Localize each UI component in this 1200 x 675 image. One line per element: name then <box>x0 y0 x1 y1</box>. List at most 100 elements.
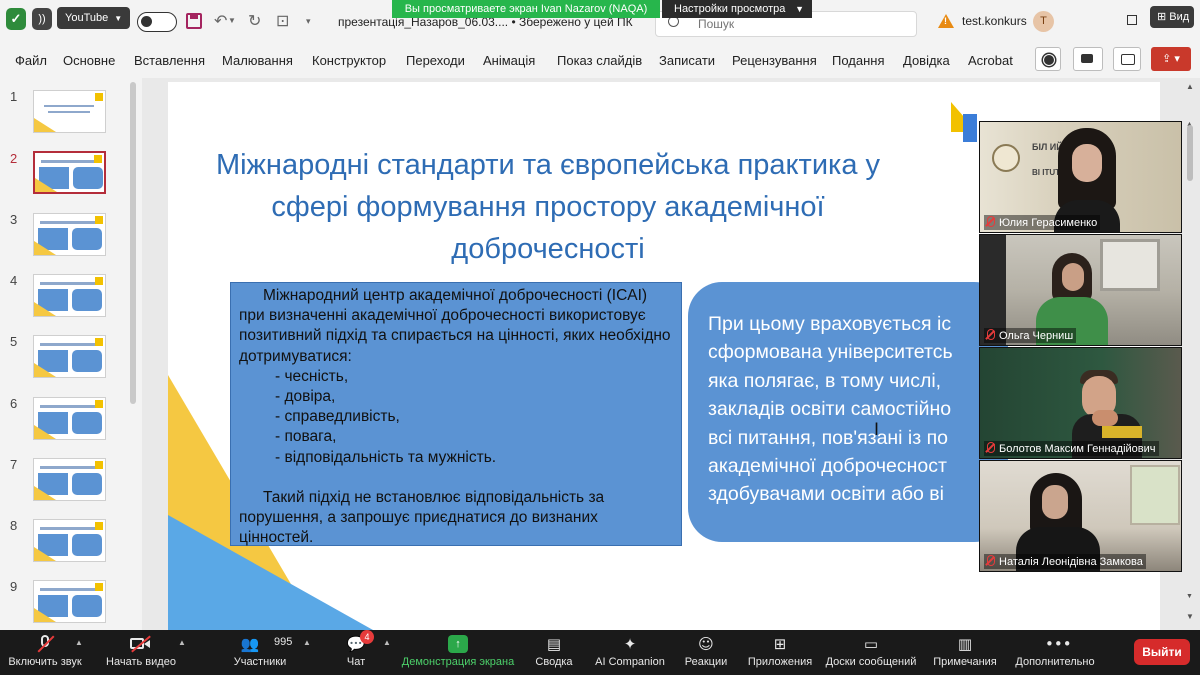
participants-scrollbar[interactable]: ▲ ▼ <box>1186 121 1194 601</box>
tab-record[interactable]: Записати <box>659 53 715 68</box>
undo-icon[interactable]: ↶ <box>214 11 227 31</box>
start-video-button[interactable]: Начать видео <box>98 630 184 675</box>
participant-tile[interactable]: Болотов Максим Геннадійович <box>979 347 1182 459</box>
apps-icon: ⊞ <box>773 635 787 653</box>
icai-text-box[interactable]: Міжнародний центр академічної доброчесно… <box>230 282 682 546</box>
comments-button[interactable] <box>1113 47 1141 71</box>
thumbnail-number: 6 <box>10 396 18 411</box>
video-figure <box>1102 426 1142 438</box>
slide-thumbnail-4[interactable] <box>33 274 106 317</box>
participant-tile[interactable]: Ольга Черниш <box>979 234 1182 346</box>
slide-thumbnail-8[interactable] <box>33 519 106 562</box>
thumb-block <box>73 167 103 189</box>
university-text-box[interactable]: При цьому враховується іс сформована уні… <box>688 282 1008 542</box>
slide-thumbnail-7[interactable] <box>33 458 106 501</box>
tab-animations[interactable]: Анімація <box>483 53 535 68</box>
tab-acrobat[interactable]: Acrobat <box>968 53 1013 68</box>
summary-button[interactable]: ▤ Сводка <box>526 630 582 675</box>
tab-transitions[interactable]: Переходи <box>406 53 465 68</box>
apps-button[interactable]: ⊞ Приложения <box>742 630 818 675</box>
participant-tile[interactable]: БІЛ ИЙ ІНСТИТУТ BI ITUTE Юлия Герасименк… <box>979 121 1182 233</box>
slide-title[interactable]: Міжнародні стандарти та європейська прак… <box>168 144 928 270</box>
redo-icon[interactable]: ↻ <box>248 11 261 31</box>
chat-caret-icon[interactable]: ▲ <box>383 638 391 647</box>
unmute-button[interactable]: Включить звук <box>0 630 90 675</box>
thumb-block <box>72 350 102 372</box>
participant-name-text: Болотов Максим Геннадійович <box>999 443 1156 455</box>
thumb-decoration <box>34 486 56 500</box>
slide-thumbnail-9[interactable] <box>33 580 106 623</box>
scrollbar-thumb[interactable] <box>1187 125 1193 181</box>
restore-window-icon[interactable] <box>1127 15 1137 25</box>
slide-thumbnail-5[interactable] <box>33 335 106 378</box>
autosave-toggle[interactable] <box>137 12 177 32</box>
chat-label: Чат <box>346 656 366 668</box>
thumb-logo <box>95 338 103 346</box>
zoom-meeting-toolbar: Включить звук ▲ Начать видео ▲ 👥 995 Уча… <box>0 630 1200 675</box>
tab-review[interactable]: Рецензування <box>732 53 817 68</box>
slide-thumbnail-3[interactable] <box>33 213 106 256</box>
participants-count: 995 <box>274 636 293 648</box>
leave-meeting-button[interactable]: Выйти <box>1134 639 1190 665</box>
account-name[interactable]: test.konkurs <box>962 14 1027 28</box>
tab-file[interactable]: Файл <box>15 53 47 68</box>
tab-home[interactable]: Основне <box>63 53 115 68</box>
chat-unread-badge: 4 <box>360 630 374 644</box>
participant-name: Юлия Герасименко <box>984 215 1101 230</box>
chat-button[interactable]: 💬 Чат <box>330 630 382 675</box>
values-list: - чесність, - довіра, - справедливість, … <box>275 367 673 468</box>
tab-view[interactable]: Подання <box>832 53 885 68</box>
view-settings-button[interactable]: Настройки просмотра ▼ <box>662 0 812 18</box>
slide-thumbnail-1[interactable] <box>33 90 106 133</box>
warning-icon[interactable] <box>938 14 954 28</box>
participant-name: Болотов Максим Геннадійович <box>984 441 1159 456</box>
avatar[interactable]: T <box>1033 11 1054 32</box>
scroll-up-icon[interactable]: ▲ <box>1186 82 1194 91</box>
whiteboards-button[interactable]: ▭ Доски сообщений <box>822 630 920 675</box>
video-figure <box>1092 410 1118 426</box>
tab-design[interactable]: Конструктор <box>312 53 386 68</box>
present-icon[interactable]: ⊡ <box>276 11 289 31</box>
tab-slideshow[interactable]: Показ слайдів <box>557 53 642 68</box>
notes-button[interactable]: ▥ Примечания <box>928 630 1002 675</box>
tab-help[interactable]: Довідка <box>903 53 950 68</box>
more-button[interactable]: ••• Дополнительно <box>1010 630 1100 675</box>
text-line: сформована університетсь <box>708 341 953 364</box>
thumb-logo <box>95 93 103 101</box>
view-settings-label: Настройки просмотра <box>674 3 786 15</box>
undo-dropdown-icon[interactable]: ▼ <box>228 16 236 25</box>
tab-draw[interactable]: Малювання <box>222 53 293 68</box>
shield-icon[interactable]: ✓ <box>6 8 26 30</box>
customize-icon[interactable]: ▾ <box>306 16 311 27</box>
thumb-title-bar <box>40 466 98 469</box>
icai-closing-text: Такий підхід не встановлює відповідальні… <box>239 488 605 547</box>
video-options-caret-icon[interactable]: ▲ <box>178 638 186 647</box>
participants-caret-icon[interactable]: ▲ <box>303 638 311 647</box>
share-button[interactable]: ⇪ ▾ <box>1151 47 1191 71</box>
slide-thumbnail-6[interactable] <box>33 397 106 440</box>
participants-button[interactable]: 👥 995 Участники <box>218 630 302 675</box>
audio-options-caret-icon[interactable]: ▲ <box>75 638 83 647</box>
view-label: Вид <box>1169 11 1190 23</box>
view-button[interactable]: ⊞ Вид <box>1150 6 1194 28</box>
camera-button[interactable] <box>1073 47 1103 71</box>
thumb-decoration <box>34 425 56 439</box>
scroll-down-icon[interactable]: ▼ <box>1186 612 1194 621</box>
thumbnail-scrollbar[interactable] <box>130 82 136 404</box>
participant-tile[interactable]: Наталія Леонідівна Замкова <box>979 460 1182 572</box>
rss-icon[interactable]: )) <box>32 8 52 30</box>
youtube-tab[interactable]: YouTube ▼ <box>57 7 131 29</box>
thumb-title-bar <box>40 221 98 224</box>
scroll-down-icon[interactable]: ▼ <box>1186 593 1193 600</box>
ai-companion-button[interactable]: ✦ AI Companion <box>590 630 670 675</box>
tab-insert[interactable]: Вставлення <box>134 53 205 68</box>
share-screen-button[interactable]: ↑ Демонстрация экрана <box>398 630 518 675</box>
save-icon[interactable] <box>186 13 202 29</box>
slide-thumbnail-2[interactable] <box>33 151 106 194</box>
video-figure <box>1062 263 1084 291</box>
reactions-button[interactable]: ☺ Реакции <box>678 630 734 675</box>
share-screen-label: Демонстрация экрана <box>401 656 515 668</box>
record-button[interactable] <box>1035 47 1061 71</box>
participant-video-panel: БІЛ ИЙ ІНСТИТУТ BI ITUTE Юлия Герасименк… <box>979 121 1182 573</box>
thumb-decoration <box>34 363 56 377</box>
